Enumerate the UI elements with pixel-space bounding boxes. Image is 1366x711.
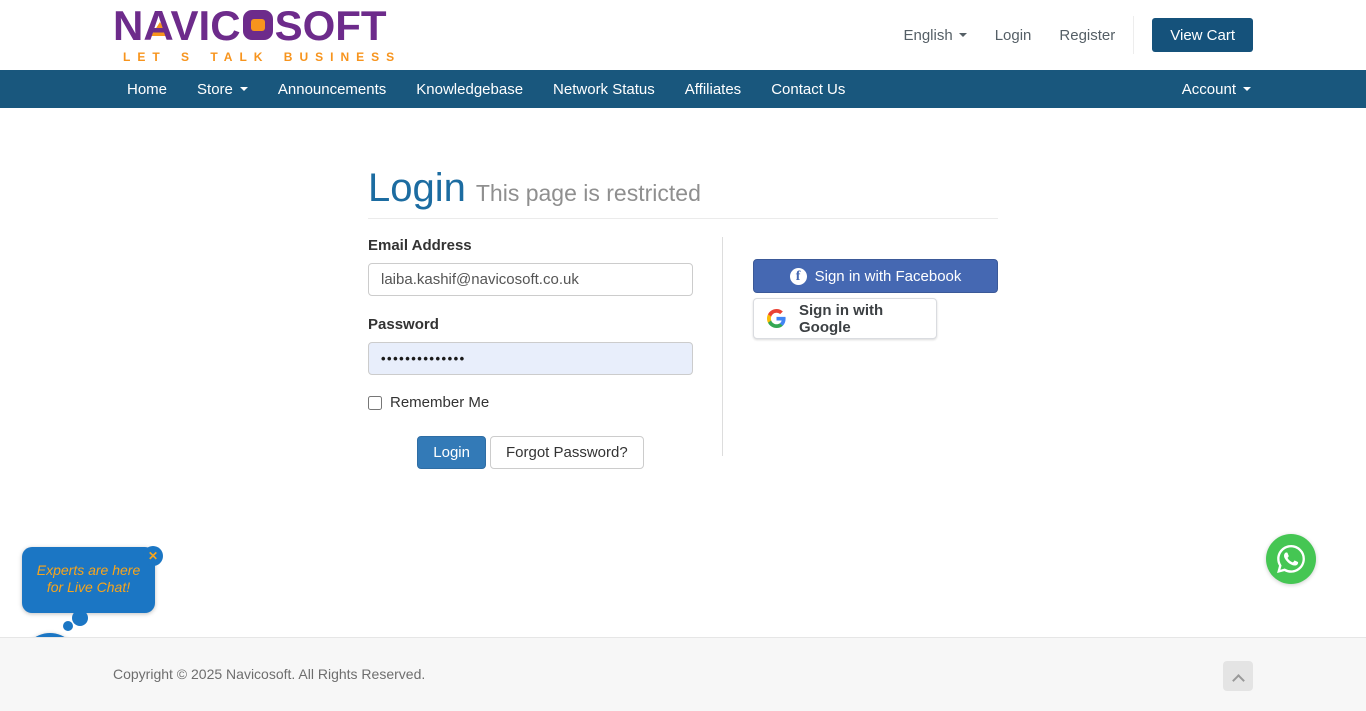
password-field[interactable] [368, 342, 693, 375]
chevron-up-icon [1232, 674, 1245, 687]
forgot-password-button[interactable]: Forgot Password? [490, 436, 644, 469]
nav-item-knowledgebase[interactable]: Knowledgebase [416, 81, 523, 98]
facebook-signin-label: Sign in with Facebook [815, 268, 962, 285]
facebook-signin-button[interactable]: f Sign in with Facebook [753, 259, 998, 293]
scroll-to-top-button[interactable] [1223, 661, 1253, 691]
language-dropdown[interactable]: English [903, 27, 966, 44]
header: NAVIC SOFT LET S TALK BUSINESS English Lo… [0, 0, 1366, 70]
google-signin-button[interactable]: Sign in with Google [753, 298, 937, 339]
live-chat-bubble[interactable]: Experts are here for Live Chat! [22, 547, 155, 613]
login-button[interactable]: Login [417, 436, 486, 469]
nav-item-home[interactable]: Home [127, 81, 167, 98]
view-cart-button[interactable]: View Cart [1152, 18, 1253, 52]
google-signin-label: Sign in with Google [799, 302, 936, 336]
login-form: Email Address Password Remember Me Login… [368, 237, 693, 469]
password-label: Password [368, 316, 693, 333]
whatsapp-icon [1277, 545, 1305, 573]
navicosoft-logo[interactable]: NAVIC SOFT LET S TALK BUSINESS [113, 5, 401, 64]
nav-item-announcements[interactable]: Announcements [278, 81, 386, 98]
google-icon [767, 309, 786, 328]
caret-down-icon [959, 33, 967, 37]
language-label: English [903, 27, 952, 44]
remember-me-row: Remember Me [368, 394, 693, 411]
remember-me-checkbox[interactable] [368, 396, 382, 410]
login-link[interactable]: Login [995, 27, 1032, 44]
register-link[interactable]: Register [1059, 27, 1115, 44]
copyright-text: Copyright © 2025 Navicosoft. All Rights … [113, 666, 425, 682]
nav-item-contact-us[interactable]: Contact Us [771, 81, 845, 98]
footer: Copyright © 2025 Navicosoft. All Rights … [0, 637, 1366, 711]
caret-down-icon [240, 87, 248, 91]
logo-part1: NAVIC [113, 2, 241, 49]
form-buttons: Login Forgot Password? [368, 436, 693, 469]
nav-item-network-status[interactable]: Network Status [553, 81, 655, 98]
page-title: Login This page is restricted [368, 166, 998, 211]
logo-text: NAVIC SOFT [113, 5, 401, 47]
nav-item-account[interactable]: Account [1182, 81, 1251, 98]
main-navbar: Home Store Announcements Knowledgebase N… [0, 70, 1366, 108]
header-divider [1133, 16, 1134, 54]
email-field[interactable] [368, 263, 693, 296]
nav-item-account-label: Account [1182, 81, 1236, 98]
facebook-icon: f [790, 268, 807, 285]
logo-letter-o [243, 10, 273, 40]
caret-down-icon [1243, 87, 1251, 91]
nav-item-store[interactable]: Store [197, 81, 248, 98]
remember-me-label: Remember Me [390, 394, 489, 411]
social-signin: f Sign in with Facebook Sign in with Goo… [753, 259, 998, 339]
logo-tagline: LET S TALK BUSINESS [113, 50, 401, 64]
close-icon[interactable]: ✕ [143, 546, 163, 566]
nav-item-store-label: Store [197, 81, 233, 98]
header-right: English Login Register View Cart [903, 0, 1253, 70]
vertical-divider [722, 237, 723, 456]
nav-item-affiliates[interactable]: Affiliates [685, 81, 741, 98]
page-subtitle: This page is restricted [476, 180, 701, 206]
page-title-text: Login [368, 166, 466, 210]
chat-bubble-tail-dot [63, 621, 73, 631]
title-divider [368, 218, 998, 219]
email-label: Email Address [368, 237, 693, 254]
chat-bubble-tail-dot [72, 610, 88, 626]
whatsapp-button[interactable] [1266, 534, 1316, 584]
logo-part2: SOFT [275, 2, 387, 49]
